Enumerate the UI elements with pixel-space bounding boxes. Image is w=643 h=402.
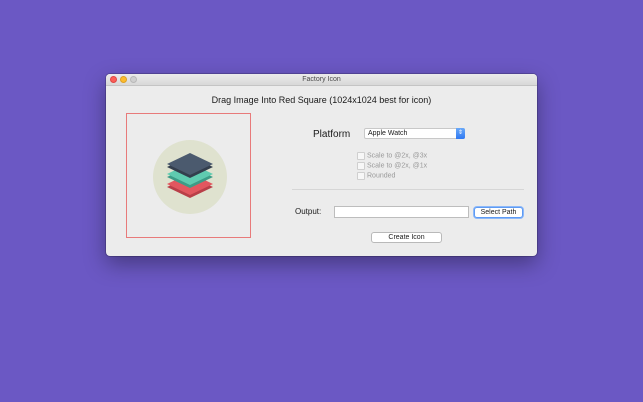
select-path-button[interactable]: Select Path (474, 207, 523, 218)
divider (292, 189, 524, 190)
output-path-field[interactable] (334, 206, 469, 218)
output-label: Output: (295, 207, 322, 216)
platform-selected-value: Apple Watch (368, 130, 408, 137)
option-label: Rounded (367, 172, 396, 180)
option-label: Scale to @2x, @3x (367, 152, 428, 160)
checkbox-scale-2x-1x[interactable] (357, 162, 365, 170)
window-title: Factory Icon (302, 76, 341, 83)
option-scale-2x-1x[interactable]: Scale to @2x, @1x (357, 162, 427, 170)
option-label: Scale to @2x, @1x (367, 162, 428, 170)
option-scale-2x-3x[interactable]: Scale to @2x, @3x (357, 152, 427, 160)
create-icon-button[interactable]: Create Icon (371, 232, 442, 243)
title-bar[interactable]: Factory Icon (106, 74, 537, 86)
app-window: Factory Icon Drag Image Into Red Square … (106, 74, 537, 256)
chevron-updown-icon[interactable]: ⇕ (456, 128, 465, 139)
checkbox-scale-2x-3x[interactable] (357, 152, 365, 160)
checkbox-rounded[interactable] (357, 172, 365, 180)
option-rounded[interactable]: Rounded (357, 172, 395, 180)
image-drop-zone[interactable] (126, 113, 251, 238)
platform-select[interactable]: Apple Watch ⇕ (364, 128, 465, 139)
platform-label: Platform (313, 129, 351, 140)
layers-stack-icon (153, 140, 227, 214)
instruction-heading: Drag Image Into Red Square (1024x1024 be… (211, 95, 432, 105)
